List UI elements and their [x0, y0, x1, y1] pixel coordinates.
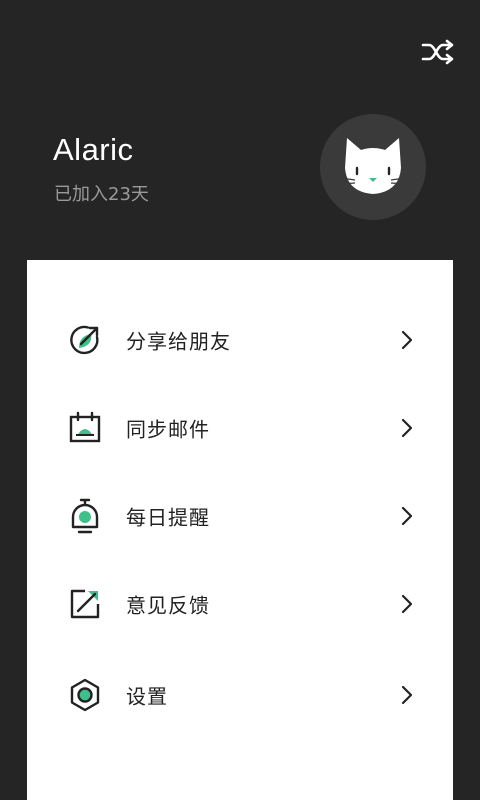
chevron-right-icon	[401, 418, 413, 438]
menu-label-settings: 设置	[126, 684, 168, 709]
menu-label-feedback: 意见反馈	[126, 593, 210, 618]
chevron-right-icon	[401, 330, 413, 350]
menu-item-settings[interactable]: 设置	[27, 657, 453, 733]
settings-icon	[70, 678, 100, 712]
shuffle-icon	[421, 39, 454, 65]
avatar[interactable]	[320, 114, 426, 220]
menu-label-daily-reminder: 每日提醒	[126, 505, 210, 530]
chevron-right-icon	[401, 506, 413, 526]
menu-item-sync-mail[interactable]: 同步邮件	[27, 390, 453, 466]
calendar-icon	[69, 411, 101, 443]
feedback-icon	[70, 589, 100, 619]
joined-days: 已加入23天	[54, 184, 149, 205]
menu-item-daily-reminder[interactable]: 每日提醒	[27, 478, 453, 554]
menu-item-feedback[interactable]: 意见反馈	[27, 566, 453, 642]
cat-icon	[340, 138, 406, 194]
chevron-right-icon	[401, 685, 413, 705]
menu-card: 分享给朋友 同步邮件 每日提醒 意见反馈 设置	[27, 260, 453, 800]
menu-label-share: 分享给朋友	[126, 329, 231, 354]
app-root: Alaric 已加入23天 分享给朋友 同步邮件 每日提醒 意见反馈 设置	[0, 0, 480, 800]
chevron-right-icon	[401, 594, 413, 614]
menu-label-sync-mail: 同步邮件	[126, 417, 210, 442]
menu-item-share[interactable]: 分享给朋友	[27, 302, 453, 378]
bell-icon	[71, 498, 99, 534]
shuffle-button[interactable]	[420, 36, 456, 68]
profile-header: Alaric 已加入23天	[0, 0, 480, 260]
share-icon	[70, 325, 99, 355]
profile-name: Alaric	[53, 132, 134, 167]
